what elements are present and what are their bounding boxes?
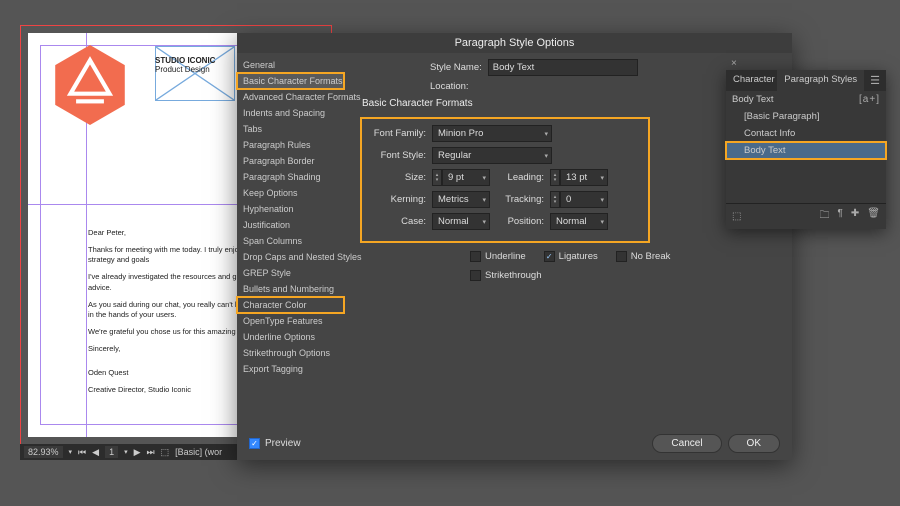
section-header: Basic Character Formats <box>362 98 780 109</box>
panel-tabs: Character S Paragraph Styles ☰ <box>726 70 886 91</box>
page-last-icon[interactable]: ⏭ <box>147 447 155 458</box>
kerning-label: Kerning: <box>364 194 426 205</box>
size-label: Size: <box>364 172 426 183</box>
tab-paragraph-styles[interactable]: Paragraph Styles <box>777 70 864 91</box>
font-style-label: Font Style: <box>364 150 426 161</box>
ok-button[interactable]: OK <box>728 434 780 453</box>
position-label: Position: <box>496 216 544 227</box>
cat-span-columns[interactable]: Span Columns <box>237 233 344 249</box>
cat-grep-style[interactable]: GREP Style <box>237 265 344 281</box>
cat-strikethrough-options[interactable]: Strikethrough Options <box>237 345 344 361</box>
style-name-label: Style Name: <box>430 62 482 73</box>
new-style-icon[interactable]: [a+] <box>859 94 880 105</box>
page-dropdown-icon[interactable]: ▾ <box>124 448 128 456</box>
leading-field[interactable]: ▴▾13 pt▾ <box>550 169 608 186</box>
tab-character-styles[interactable]: Character S <box>726 70 777 91</box>
studio-header: STUDIO ICONIC Product Design <box>155 56 215 74</box>
paragraph-style-options-dialog: Paragraph Style Options General Basic Ch… <box>237 33 792 460</box>
cat-opentype[interactable]: OpenType Features <box>237 313 344 329</box>
studio-subtitle: Product Design <box>155 65 215 74</box>
panel-current-style: Body Text [a+] <box>726 91 886 108</box>
case-label: Case: <box>364 216 426 227</box>
location-label: Location: <box>430 81 469 92</box>
style-body-text[interactable]: Body Text <box>726 142 886 159</box>
strikethrough-checkbox[interactable]: Strikethrough <box>470 270 542 281</box>
cat-indents-spacing[interactable]: Indents and Spacing <box>237 105 344 121</box>
chevron-down-icon: ▾ <box>544 152 548 160</box>
cat-tabs[interactable]: Tabs <box>237 121 344 137</box>
zoom-dropdown-icon[interactable]: ▾ <box>69 448 73 456</box>
cat-keep-options[interactable]: Keep Options <box>237 185 344 201</box>
studio-name: STUDIO ICONIC <box>155 56 215 65</box>
dialog-right-pane: Style Name: Location: Basic Character Fo… <box>344 53 792 433</box>
cat-export-tagging[interactable]: Export Tagging <box>237 361 344 377</box>
zoom-level[interactable]: 82.93% <box>24 446 63 458</box>
cat-paragraph-border[interactable]: Paragraph Border <box>237 153 344 169</box>
dialog-footer: ✓ Preview Cancel OK <box>237 426 792 460</box>
font-style-select[interactable]: Regular▾ <box>432 147 552 164</box>
tracking-label: Tracking: <box>496 194 544 205</box>
character-formats-group: Font Family: Minion Pro▾ Font Style: Reg… <box>360 117 650 243</box>
open-icon[interactable]: ⬚ <box>161 447 170 458</box>
ligatures-checkbox[interactable]: ✓Ligatures <box>544 251 598 262</box>
cat-general[interactable]: General <box>237 57 344 73</box>
chevron-down-icon: ▾ <box>544 130 548 138</box>
trash-icon[interactable]: 🗑 <box>867 208 880 225</box>
style-basic-paragraph[interactable]: [Basic Paragraph] <box>726 108 886 125</box>
cat-advanced-character-formats[interactable]: Advanced Character Formats <box>237 89 344 105</box>
cat-drop-caps[interactable]: Drop Caps and Nested Styles <box>237 249 344 265</box>
new-icon[interactable]: ✚ <box>851 208 859 225</box>
position-select[interactable]: Normal▾ <box>550 213 608 230</box>
cat-bullets-numbering[interactable]: Bullets and Numbering <box>237 281 344 297</box>
style-contact-info[interactable]: Contact Info <box>726 125 886 142</box>
no-break-checkbox[interactable]: No Break <box>616 251 671 262</box>
category-list: General Basic Character Formats Advanced… <box>237 53 344 433</box>
clear-overrides-icon[interactable]: ¶ <box>838 208 843 225</box>
page-number[interactable]: 1 <box>105 446 118 458</box>
panel-menu-icon[interactable]: ☰ <box>864 70 886 91</box>
page-next-icon[interactable]: ▶ <box>134 447 141 458</box>
tracking-field[interactable]: ▴▾0▾ <box>550 191 608 208</box>
status-text: [Basic] (wor <box>175 447 222 457</box>
page-first-icon[interactable]: ⏮ <box>78 447 86 458</box>
cat-underline-options[interactable]: Underline Options <box>237 329 344 345</box>
page-prev-icon[interactable]: ◀ <box>92 447 99 458</box>
kerning-select[interactable]: Metrics▾ <box>432 191 490 208</box>
preview-checkbox[interactable]: ✓ Preview <box>249 438 301 449</box>
cat-basic-character-formats[interactable]: Basic Character Formats <box>237 73 344 89</box>
cancel-button[interactable]: Cancel <box>652 434 721 453</box>
panel-footer: ⬚ 🗀 ¶ ✚ 🗑 <box>726 203 886 229</box>
font-family-select[interactable]: Minion Pro▾ <box>432 125 552 142</box>
panel-style-list: [Basic Paragraph] Contact Info Body Text <box>726 108 886 159</box>
folder-icon[interactable]: 🗀 <box>820 208 830 225</box>
style-name-input[interactable] <box>488 59 638 76</box>
size-field[interactable]: ▴▾9 pt▾ <box>432 169 490 186</box>
leading-label: Leading: <box>496 172 544 183</box>
paragraph-styles-panel: Character S Paragraph Styles ☰ Body Text… <box>726 70 886 229</box>
cat-justification[interactable]: Justification <box>237 217 344 233</box>
cat-paragraph-rules[interactable]: Paragraph Rules <box>237 137 344 153</box>
cat-character-color[interactable]: Character Color <box>237 297 344 313</box>
groups-icon[interactable]: ⬚ <box>732 211 741 222</box>
cat-paragraph-shading[interactable]: Paragraph Shading <box>237 169 344 185</box>
font-family-label: Font Family: <box>364 128 426 139</box>
studio-logo-icon <box>55 45 125 125</box>
panel-close-icon[interactable]: × <box>726 56 742 71</box>
cat-hyphenation[interactable]: Hyphenation <box>237 201 344 217</box>
case-select[interactable]: Normal▾ <box>432 213 490 230</box>
dialog-title: Paragraph Style Options <box>237 33 792 53</box>
underline-checkbox[interactable]: Underline <box>470 251 526 262</box>
